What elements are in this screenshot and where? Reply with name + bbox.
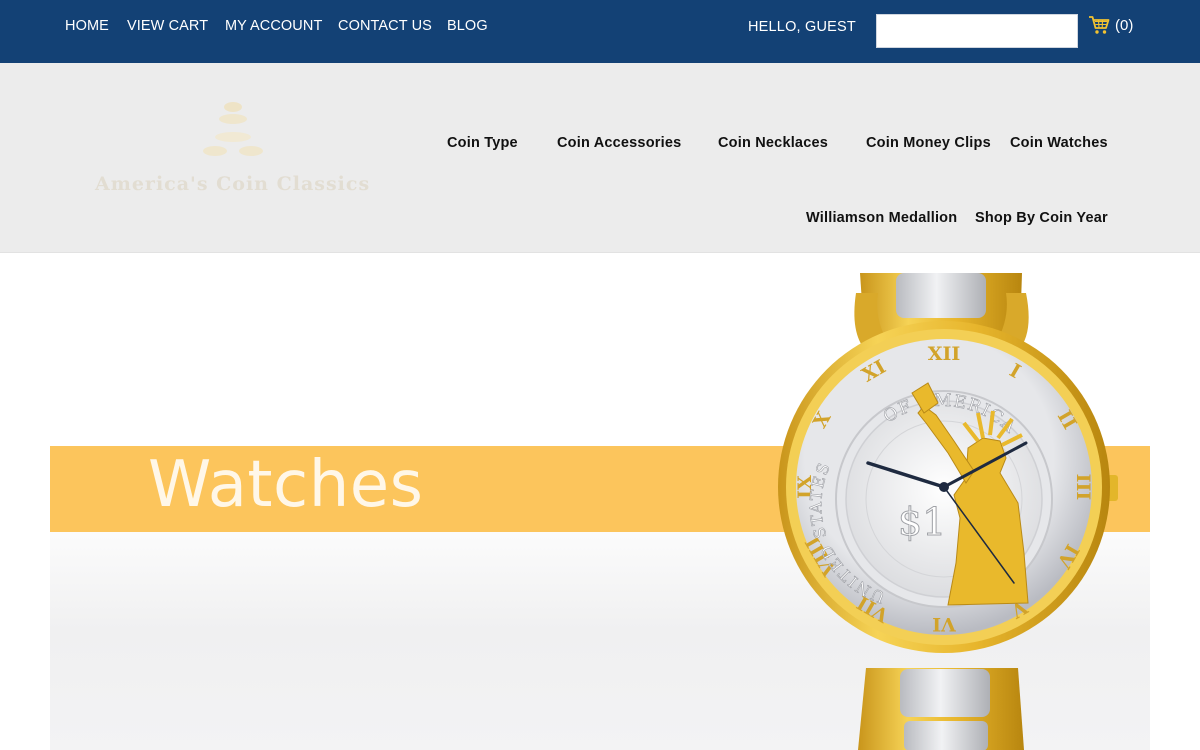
top-bar: HOME VIEW CART MY ACCOUNT CONTACT US BLO… xyxy=(0,0,1200,63)
logo-text: America's Coin Classics xyxy=(95,173,371,195)
menu-coin-necklaces[interactable]: Coin Necklaces xyxy=(718,135,828,151)
menu-williamson-medallion[interactable]: Williamson Medallion xyxy=(806,210,957,226)
cart-icon xyxy=(1089,16,1110,34)
menu-coin-type[interactable]: Coin Type xyxy=(447,135,518,151)
coin-denomination: $1 xyxy=(898,500,946,544)
numeral-xii: XII xyxy=(928,343,961,365)
banner-title: Watches xyxy=(148,448,424,522)
nav-view-cart-link[interactable]: VIEW CART xyxy=(127,18,208,34)
numeral-iii: III xyxy=(1072,474,1094,501)
logo-coin-stack-icon xyxy=(203,102,263,156)
nav-blog-link[interactable]: BLOG xyxy=(447,18,488,34)
site-logo[interactable]: America's Coin Classics xyxy=(95,93,375,203)
site-header: America's Coin Classics Coin Type Coin A… xyxy=(0,63,1200,253)
menu-coin-money-clips[interactable]: Coin Money Clips xyxy=(866,135,991,151)
hero-banner[interactable]: Watches XII I II III IV V VI VII VIII IX… xyxy=(50,273,1150,750)
cart-link[interactable]: (0) xyxy=(1088,15,1133,35)
numeral-vi: VI xyxy=(932,613,957,635)
user-greeting: HELLO, GUEST xyxy=(748,19,856,35)
nav-home-link[interactable]: HOME xyxy=(65,18,109,34)
search-input[interactable] xyxy=(876,14,1078,48)
menu-coin-accessories[interactable]: Coin Accessories xyxy=(557,135,681,151)
menu-shop-by-coin-year[interactable]: Shop By Coin Year xyxy=(975,210,1108,226)
coin-watch-image: XII I II III IV V VI VII VIII IX X XI OF… xyxy=(778,273,1118,750)
nav-contact-us-link[interactable]: CONTACT US xyxy=(338,18,432,34)
cart-count: (0) xyxy=(1115,16,1134,34)
menu-coin-watches[interactable]: Coin Watches xyxy=(1010,135,1108,151)
nav-my-account-link[interactable]: MY ACCOUNT xyxy=(225,18,322,34)
